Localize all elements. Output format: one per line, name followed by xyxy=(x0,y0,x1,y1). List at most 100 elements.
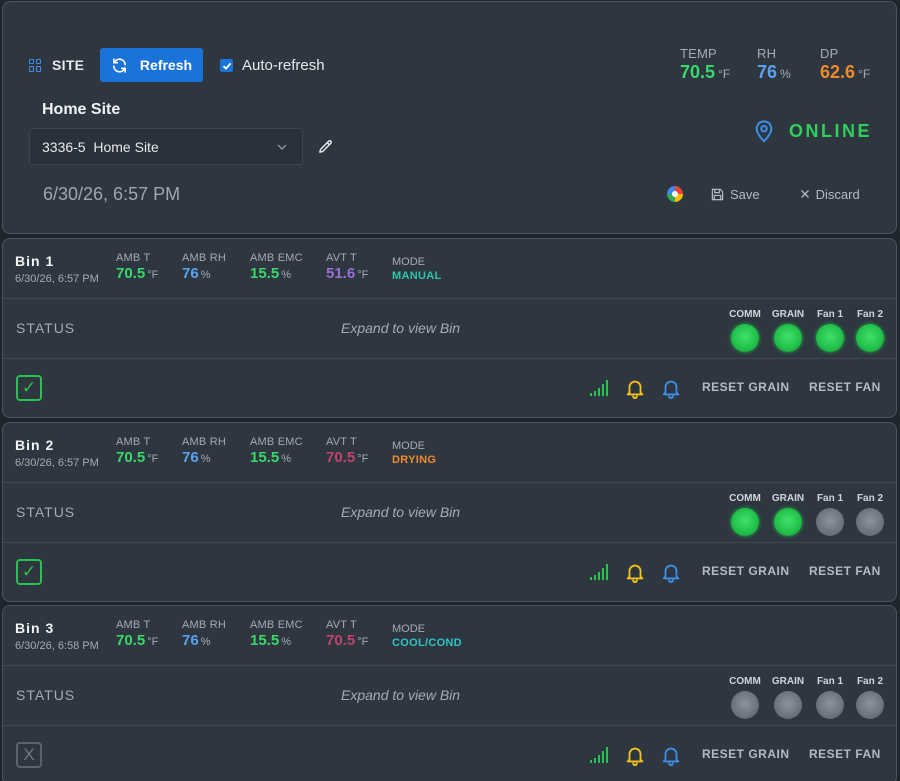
avt-t-label: AVT T xyxy=(326,436,357,448)
bin-summary-row[interactable]: Bin 3 6/30/26, 6:58 PM AMB T 70.5 °F AMB … xyxy=(3,606,896,665)
bin-status-row[interactable]: STATUS Expand to view Bin COMM GRAIN Fan… xyxy=(3,298,896,358)
save-icon xyxy=(711,188,724,200)
bin-actions-row: X RESET GRAIN RESET FAN xyxy=(3,725,896,781)
grain-led-icon xyxy=(774,324,802,352)
metric-temp-label: TEMP xyxy=(680,46,717,61)
amb-emc-unit: % xyxy=(281,453,291,465)
status-label: STATUS xyxy=(16,320,76,336)
reset-fan-button[interactable]: RESET FAN xyxy=(809,747,881,761)
reset-grain-button[interactable]: RESET GRAIN xyxy=(702,564,790,578)
indicator-grain-label: GRAIN xyxy=(771,676,805,687)
avt-t-unit: °F xyxy=(357,453,369,465)
reset-grain-button[interactable]: RESET GRAIN xyxy=(702,380,790,394)
refresh-button[interactable]: Refresh xyxy=(100,48,203,82)
signal-strength-icon xyxy=(590,747,608,763)
expand-hint[interactable]: Expand to view Bin xyxy=(341,687,460,703)
avt-t-value: 70.5 xyxy=(326,632,356,649)
bin-timestamp: 6/30/26, 6:57 PM xyxy=(15,457,99,469)
expand-hint[interactable]: Expand to view Bin xyxy=(341,320,460,336)
amb-t-unit: °F xyxy=(147,636,159,648)
discard-button[interactable]: Discard xyxy=(800,187,860,202)
grain-led-icon xyxy=(774,508,802,536)
bin-ack-checkbox[interactable]: ✓ xyxy=(16,375,42,401)
metric-dp-unit: °F xyxy=(858,67,871,81)
indicator-grain: GRAIN xyxy=(772,676,804,719)
amb-t-value: 70.5 xyxy=(116,632,146,649)
indicator-comm-label: COMM xyxy=(729,309,761,320)
indicator-fan2: Fan 2 xyxy=(854,309,886,352)
connection-status: ONLINE xyxy=(753,119,872,143)
amb-emc-unit: % xyxy=(281,269,291,281)
reset-grain-button[interactable]: RESET GRAIN xyxy=(702,747,790,761)
save-button[interactable]: Save xyxy=(711,187,760,202)
amb-emc-value: 15.5 xyxy=(250,632,280,649)
header-actions: Save Discard xyxy=(667,186,860,202)
bell-icon[interactable] xyxy=(624,561,646,583)
bin-card-1[interactable]: Bin 1 6/30/26, 6:57 PM AMB T 70.5 °F AMB … xyxy=(2,238,897,418)
avt-t-value: 51.6 xyxy=(326,265,356,282)
indicator-comm: COMM xyxy=(729,493,761,536)
bell-icon[interactable] xyxy=(624,744,646,766)
indicator-fan1-label: Fan 1 xyxy=(816,676,844,687)
bin-status-row[interactable]: STATUS Expand to view Bin COMM GRAIN Fan… xyxy=(3,665,896,725)
indicator-fan1-label: Fan 1 xyxy=(816,493,844,504)
checkmark-icon xyxy=(222,62,231,70)
fan1-led-icon xyxy=(816,324,844,352)
signal-strength-icon xyxy=(590,380,608,396)
indicator-fan2: Fan 2 xyxy=(854,493,886,536)
comm-led-icon xyxy=(731,691,759,719)
bin-summary-row[interactable]: Bin 1 6/30/26, 6:57 PM AMB T 70.5 °F AMB … xyxy=(3,239,896,298)
notification-bell-icon[interactable] xyxy=(660,377,682,399)
pencil-icon[interactable] xyxy=(317,138,334,155)
avt-t-unit: °F xyxy=(357,269,369,281)
site-tab[interactable]: SITE xyxy=(29,57,84,73)
comm-led-icon xyxy=(731,324,759,352)
bell-icon[interactable] xyxy=(624,377,646,399)
bin-ack-checkbox[interactable]: ✓ xyxy=(16,559,42,585)
bin-summary-row[interactable]: Bin 2 6/30/26, 6:57 PM AMB T 70.5 °F AMB … xyxy=(3,423,896,482)
metric-dp-label: DP xyxy=(820,46,839,61)
bin-amb-rh: AMB RH 76% xyxy=(182,619,226,649)
amb-rh-value: 76 xyxy=(182,265,199,282)
refresh-icon xyxy=(112,57,126,73)
fan2-led-icon xyxy=(856,324,884,352)
auto-refresh-toggle[interactable]: Auto-refresh xyxy=(220,57,325,74)
amb-rh-value: 76 xyxy=(182,632,199,649)
color-wheel-icon[interactable] xyxy=(667,186,683,202)
notification-bell-icon[interactable] xyxy=(660,561,682,583)
grid-icon xyxy=(29,58,42,72)
bin-actions-row: ✓ RESET GRAIN RESET FAN xyxy=(3,542,896,602)
amb-emc-value: 15.5 xyxy=(250,265,280,282)
reset-fan-button[interactable]: RESET FAN xyxy=(809,380,881,394)
amb-t-unit: °F xyxy=(147,269,159,281)
refresh-label: Refresh xyxy=(139,57,193,73)
amb-rh-label: AMB RH xyxy=(182,252,226,264)
amb-emc-label: AMB EMC xyxy=(250,436,303,448)
indicator-fan2-label: Fan 2 xyxy=(856,493,884,504)
metric-temp-value: 70.5 xyxy=(680,62,716,82)
avt-t-label: AVT T xyxy=(326,619,357,631)
fan1-led-icon xyxy=(816,691,844,719)
mode-label: MODE xyxy=(392,440,425,452)
indicator-grain-label: GRAIN xyxy=(771,493,805,504)
bin-ack-checkbox[interactable]: X xyxy=(16,742,42,768)
bin-actions-row: ✓ RESET GRAIN RESET FAN xyxy=(3,358,896,418)
bin-amb-rh: AMB RH 76% xyxy=(182,252,226,282)
metric-dp: DP 62.6 °F xyxy=(820,46,870,83)
bin-card-2[interactable]: Bin 2 6/30/26, 6:57 PM AMB T 70.5 °F AMB … xyxy=(2,422,897,602)
bin-card-3[interactable]: Bin 3 6/30/26, 6:58 PM AMB T 70.5 °F AMB … xyxy=(2,605,897,781)
reset-fan-button[interactable]: RESET FAN xyxy=(809,564,881,578)
site-select-value: 3336-5 Home Site xyxy=(42,138,159,155)
site-datetime: 6/30/26, 6:57 PM xyxy=(43,184,181,204)
auto-refresh-checkbox[interactable] xyxy=(220,59,233,72)
bin-amb-t: AMB T 70.5 °F xyxy=(116,436,158,466)
amb-rh-label: AMB RH xyxy=(182,436,226,448)
indicator-fan1: Fan 1 xyxy=(814,309,846,352)
expand-hint[interactable]: Expand to view Bin xyxy=(341,504,460,520)
bin-status-row[interactable]: STATUS Expand to view Bin COMM GRAIN Fan… xyxy=(3,482,896,542)
indicator-comm-label: COMM xyxy=(729,676,761,687)
amb-rh-unit: % xyxy=(200,636,211,648)
site-select[interactable]: 3336-5 Home Site xyxy=(29,128,303,165)
notification-bell-icon[interactable] xyxy=(660,744,682,766)
bin-amb-emc: AMB EMC 15.5% xyxy=(250,436,303,466)
